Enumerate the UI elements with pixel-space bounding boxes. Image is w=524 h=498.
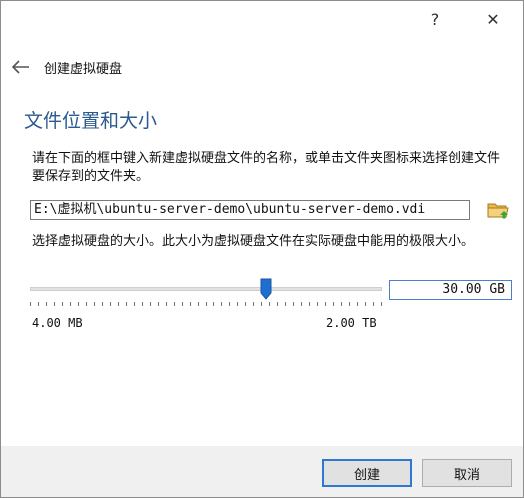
size-max-label: 2.00 TB xyxy=(326,316,377,330)
size-description: 选择虚拟硬盘的大小。此大小为虚拟硬盘文件在实际硬盘中能用的极限大小。 xyxy=(32,234,475,249)
slider-tick xyxy=(94,302,95,306)
file-location-input[interactable]: E:\虚拟机\ubuntu-server-demo\ubuntu-server-… xyxy=(30,200,470,220)
slider-tick xyxy=(245,302,246,306)
slider-tick xyxy=(261,302,262,306)
slider-tick xyxy=(253,302,254,306)
slider-tick xyxy=(126,302,127,306)
size-min-label: 4.00 MB xyxy=(32,316,83,330)
cancel-button[interactable]: 取消 xyxy=(422,459,512,487)
slider-tick xyxy=(142,302,143,306)
folder-icon xyxy=(487,203,509,219)
slider-ticks xyxy=(30,302,382,308)
slider-tick xyxy=(301,302,302,306)
slider-tick xyxy=(269,302,270,306)
slider-tick xyxy=(118,302,119,306)
slider-tick xyxy=(293,302,294,306)
slider-tick xyxy=(365,302,366,306)
help-icon: ? xyxy=(430,9,440,29)
slider-tick xyxy=(150,302,151,306)
slider-tick xyxy=(325,302,326,306)
slider-tick xyxy=(190,302,191,306)
slider-tick xyxy=(373,302,374,306)
slider-tick xyxy=(174,302,175,306)
back-arrow-icon[interactable] xyxy=(10,57,32,77)
help-button[interactable]: ? xyxy=(420,8,450,30)
slider-tick xyxy=(341,302,342,306)
slider-tick xyxy=(70,302,71,306)
choose-folder-button[interactable] xyxy=(486,199,510,221)
slider-tick xyxy=(357,302,358,306)
section-title: 文件位置和大小 xyxy=(24,110,158,132)
slider-tick xyxy=(78,302,79,306)
slider-tick xyxy=(86,302,87,306)
slider-tick xyxy=(198,302,199,306)
slider-tick xyxy=(134,302,135,306)
slider-tick xyxy=(237,302,238,306)
slider-tick xyxy=(229,302,230,306)
wizard-title: 创建虚拟硬盘 xyxy=(44,61,123,77)
size-slider[interactable] xyxy=(30,278,382,312)
slider-tick xyxy=(317,302,318,306)
wizard-header: 创建虚拟硬盘 xyxy=(10,56,122,78)
slider-tick xyxy=(333,302,334,306)
slider-tick xyxy=(46,302,47,306)
size-input[interactable]: 30.00 GB xyxy=(389,280,512,300)
slider-tick xyxy=(221,302,222,306)
slider-tick xyxy=(166,302,167,306)
slider-tick xyxy=(381,302,382,306)
slider-tick xyxy=(277,302,278,306)
create-button[interactable]: 创建 xyxy=(322,459,412,487)
slider-tick xyxy=(102,302,103,306)
slider-tick xyxy=(349,302,350,306)
slider-track xyxy=(30,287,382,291)
slider-handle[interactable] xyxy=(260,278,272,300)
slider-tick xyxy=(213,302,214,306)
slider-tick xyxy=(38,302,39,306)
location-description: 请在下面的框中键入新建虚拟硬盘文件的名称，或单击文件夹图标来选择创建文件要保存到… xyxy=(32,151,501,184)
slider-tick xyxy=(158,302,159,306)
close-button[interactable]: ✕ xyxy=(478,8,508,30)
slider-tick xyxy=(206,302,207,306)
close-icon: ✕ xyxy=(486,9,500,29)
slider-tick xyxy=(30,302,31,306)
slider-tick xyxy=(182,302,183,306)
slider-tick xyxy=(285,302,286,306)
slider-tick xyxy=(110,302,111,306)
slider-tick xyxy=(309,302,310,306)
slider-tick xyxy=(54,302,55,306)
slider-tick xyxy=(62,302,63,306)
